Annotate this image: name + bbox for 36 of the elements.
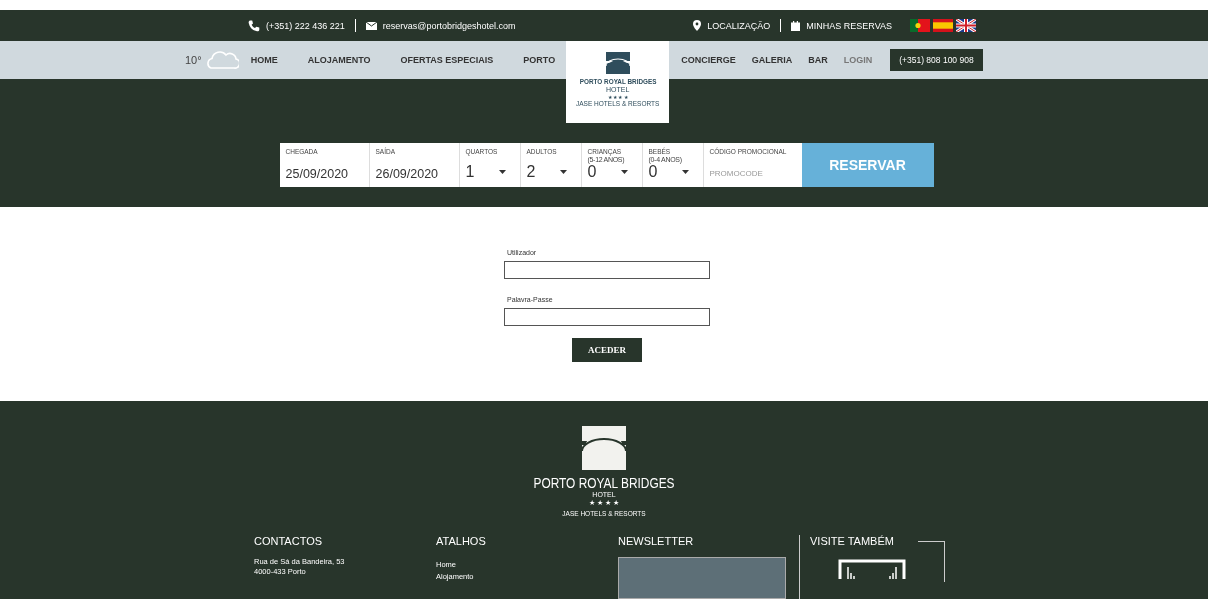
nav-link[interactable]: HOME — [250, 55, 278, 65]
column-title: NEWSLETTER — [618, 535, 695, 547]
caret-icon — [620, 170, 628, 174]
column-title: ATALHOS — [436, 535, 487, 547]
mail-icon — [365, 21, 377, 30]
cloud-icon — [204, 50, 239, 70]
flag-icon[interactable] — [910, 19, 930, 32]
bridge-logo-icon — [582, 426, 626, 470]
nav-link[interactable]: ALOJAMENTO — [307, 55, 371, 65]
logo-name: PORTO ROYAL BRIDGES — [533, 475, 675, 491]
username-field[interactable] — [504, 261, 710, 279]
login-button[interactable]: ACEDER — [572, 338, 642, 362]
frame-rule — [918, 541, 945, 582]
password-field[interactable] — [504, 308, 710, 326]
caret-icon — [681, 170, 689, 174]
nav-link[interactable]: PORTO — [523, 55, 556, 65]
column-title: VISITE TAMBÉM — [810, 535, 895, 547]
flag-icon[interactable] — [956, 19, 976, 32]
column-title: CONTACTOS — [254, 535, 324, 547]
email-link[interactable]: reservas@portobridgeshotel.com — [382, 20, 516, 31]
nav-link[interactable]: CONCIERGE — [681, 55, 736, 65]
caret-icon — [559, 170, 567, 174]
my-bookings-link[interactable]: MINHAS RESERVAS — [806, 20, 892, 31]
location-link[interactable]: LOCALIZAÇÃO — [707, 20, 771, 31]
caret-icon — [498, 170, 506, 174]
phone-icon — [248, 19, 260, 32]
nav-link[interactable]: OFERTAS ESPECIAIS — [400, 55, 494, 65]
hotel-logo-icon[interactable] — [838, 559, 906, 579]
nav-link[interactable]: BAR — [808, 55, 828, 65]
calendar-icon — [791, 20, 801, 31]
phone-number[interactable]: (+351) 222 436 221 — [266, 20, 345, 31]
location-pin-icon — [693, 20, 702, 31]
nav-link[interactable]: GALERIA — [751, 55, 793, 65]
bridge-logo-icon — [605, 52, 630, 74]
phone-button[interactable]: (+351) 808 100 908 — [890, 49, 983, 71]
temperature: 10° — [185, 54, 202, 66]
